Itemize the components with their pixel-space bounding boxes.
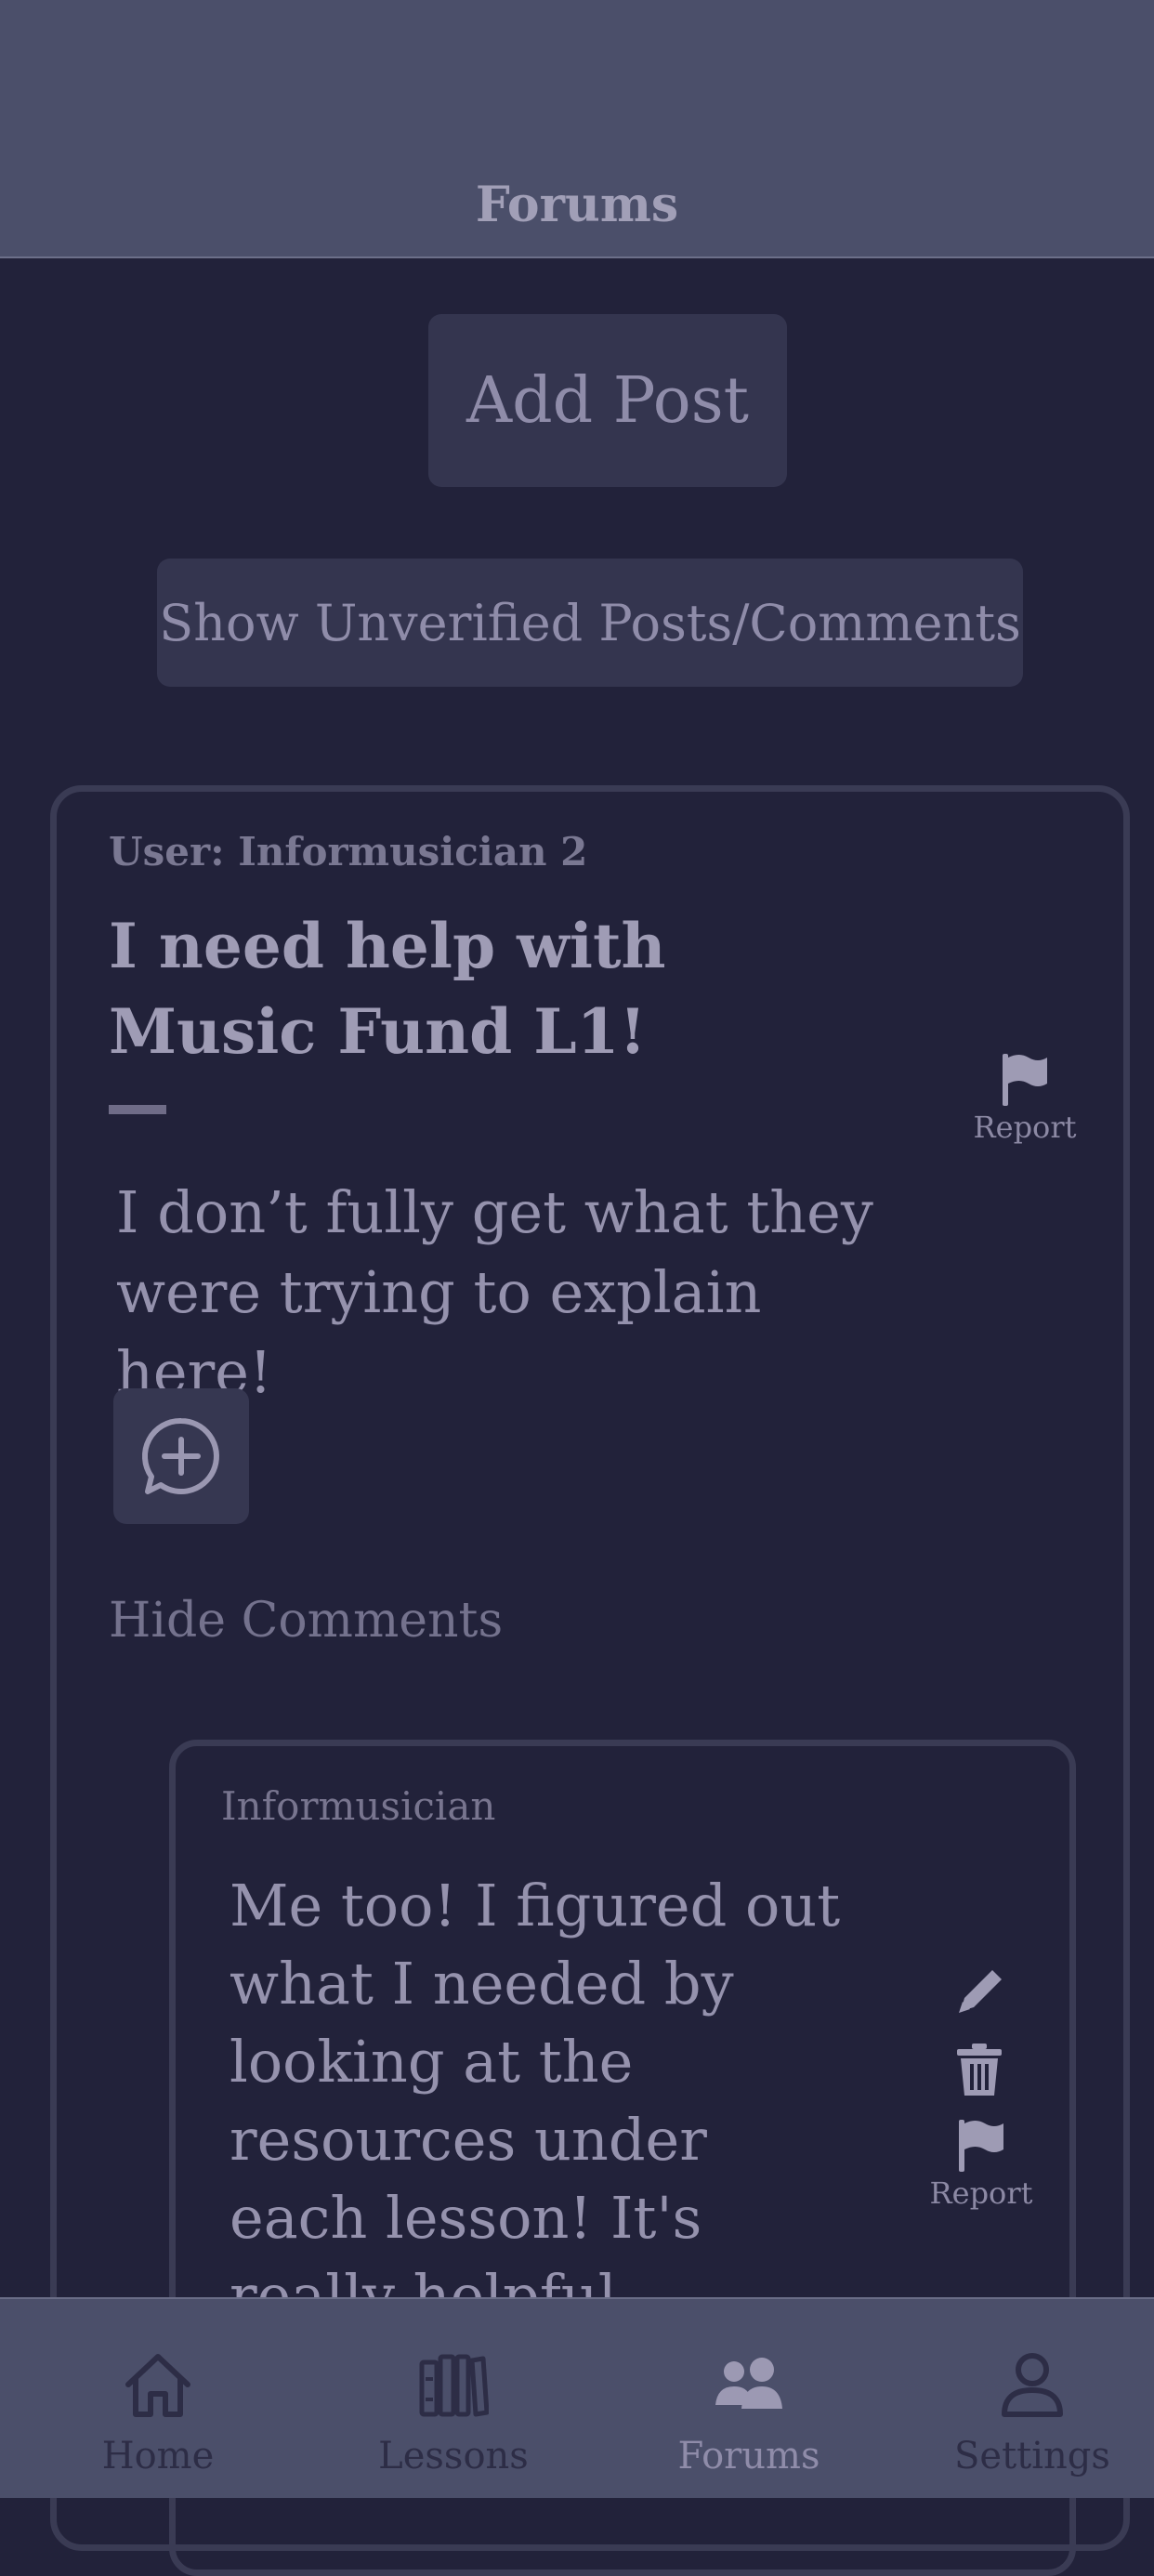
bottom-nav: Home Lessons Forums Settings	[0, 2297, 1154, 2498]
home-icon	[125, 2354, 190, 2417]
nav-label: Settings	[954, 2435, 1110, 2477]
report-label: Report	[929, 2175, 1033, 2211]
nav-label: Forums	[677, 2435, 820, 2477]
comment-author: Informusician	[221, 1783, 496, 1829]
post-title: I need help with Music Fund L1!	[109, 910, 666, 1068]
report-label: Report	[973, 1110, 1077, 1145]
show-unverified-button[interactable]: Show Unverified Posts/Comments	[157, 559, 1023, 687]
flag-icon	[959, 2120, 1003, 2172]
hide-comments-link[interactable]: Hide Comments	[109, 1593, 503, 1649]
comment-report-button[interactable]: Report	[916, 2118, 1046, 2211]
page-title: Forums	[475, 177, 679, 233]
nav-item-settings[interactable]: Settings	[888, 2299, 1154, 2498]
flag-icon	[1003, 1054, 1047, 1106]
pencil-icon[interactable]	[951, 1965, 1007, 2020]
comment-body: Me too! I figured out what I needed by l…	[229, 1872, 841, 2330]
comment-add-icon	[141, 1417, 219, 1494]
people-icon	[715, 2358, 782, 2409]
title-divider	[109, 1105, 166, 1114]
add-post-button[interactable]: Add Post	[428, 314, 787, 487]
post-report-button[interactable]: Report	[960, 1052, 1090, 1145]
post-body: I don’t fully get what they were trying …	[116, 1178, 873, 1406]
nav-label: Home	[101, 2435, 215, 2477]
trash-icon[interactable]	[955, 2042, 1003, 2097]
post-author: User: Informusician 2	[109, 829, 588, 874]
user-icon	[1002, 2353, 1063, 2417]
books-icon	[419, 2354, 489, 2417]
post-card: User: Informusician 2 I need help with M…	[50, 785, 1130, 2576]
top-header: Forums	[0, 0, 1154, 258]
nav-item-home[interactable]: Home	[14, 2299, 302, 2498]
nav-label: Lessons	[378, 2435, 529, 2477]
nav-item-forums[interactable]: Forums	[605, 2299, 893, 2498]
nav-item-lessons[interactable]: Lessons	[309, 2299, 597, 2498]
add-comment-button[interactable]	[113, 1388, 249, 1524]
